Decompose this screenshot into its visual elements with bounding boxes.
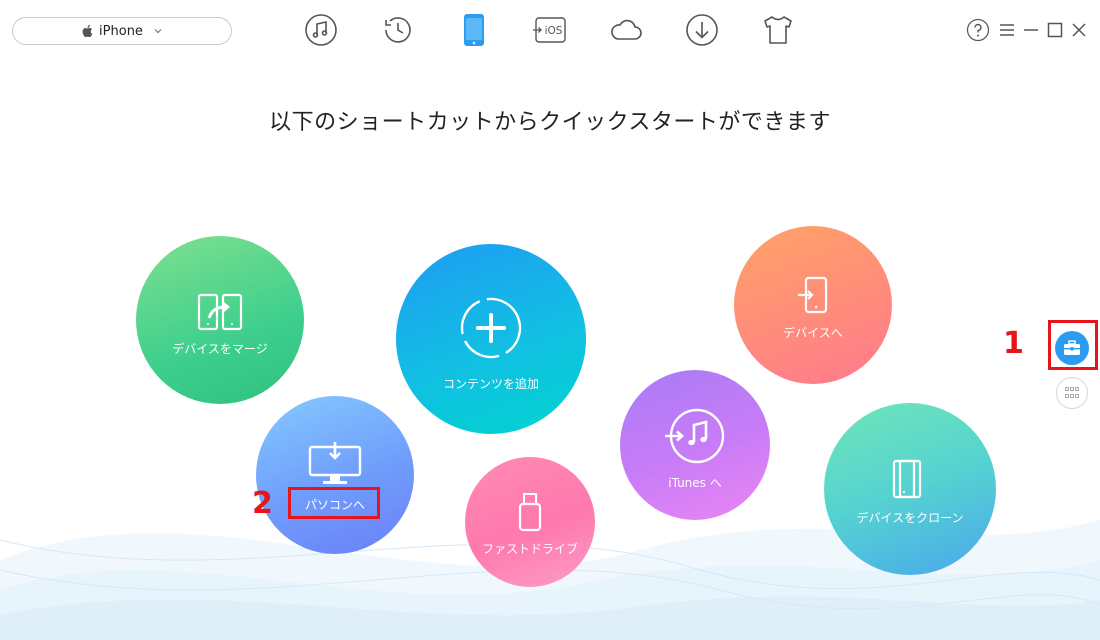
menu-icon[interactable]: [995, 18, 1019, 42]
merge-icon: [197, 293, 243, 330]
download-icon[interactable]: [684, 12, 720, 48]
itunes-icon: [665, 408, 725, 463]
flash-drive-icon: [518, 492, 542, 531]
grid-button[interactable]: [1056, 377, 1088, 409]
to-device-button[interactable]: デバイスへ: [734, 226, 892, 384]
device-name: iPhone: [99, 23, 143, 39]
minimize-icon[interactable]: [1019, 18, 1043, 42]
add-content-button[interactable]: コンテンツを追加: [396, 244, 586, 434]
annotation-box-2: [288, 487, 380, 519]
flash-drive-label: ファストドライブ: [481, 541, 578, 556]
page-title: 以下のショートカットからクイックスタートができます: [269, 110, 831, 135]
apple-icon: [82, 25, 93, 38]
add-content-icon: [460, 297, 522, 358]
annotation-number-1: 1: [1003, 326, 1024, 361]
clone-icon: [892, 459, 922, 498]
to-itunes-label: iTunes へ: [668, 475, 722, 490]
flash-drive-button[interactable]: ファストドライブ: [465, 457, 595, 587]
close-icon[interactable]: [1067, 18, 1091, 42]
device-selector[interactable]: iPhone: [12, 17, 232, 45]
computer-icon: [308, 441, 362, 484]
to-ios-label: iOS: [545, 25, 563, 37]
to-ios-icon[interactable]: iOS: [532, 12, 568, 48]
merge-devices-button[interactable]: デバイスをマージ: [136, 236, 304, 404]
help-icon[interactable]: [966, 18, 990, 42]
music-icon[interactable]: [303, 12, 339, 48]
merge-devices-label: デバイスをマージ: [172, 341, 268, 356]
history-icon[interactable]: [380, 12, 416, 48]
clone-device-button[interactable]: デバイスをクローン: [824, 403, 996, 575]
to-pc-button[interactable]: パソコンへ: [256, 396, 414, 554]
add-content-label: コンテンツを追加: [442, 376, 539, 391]
to-device-icon: [798, 276, 828, 313]
maximize-icon[interactable]: [1043, 18, 1067, 42]
to-itunes-button[interactable]: iTunes へ: [620, 370, 770, 520]
annotation-number-2: 2: [252, 486, 273, 521]
chevron-down-icon: [154, 29, 162, 34]
to-device-label: デバイスへ: [783, 325, 843, 340]
icloud-icon[interactable]: [608, 12, 644, 48]
shirt-icon[interactable]: [760, 12, 796, 48]
annotation-box-1: [1048, 320, 1098, 370]
device-icon[interactable]: [456, 12, 492, 48]
grid-icon: [1065, 387, 1079, 398]
clone-device-label: デバイスをクローン: [856, 510, 964, 525]
